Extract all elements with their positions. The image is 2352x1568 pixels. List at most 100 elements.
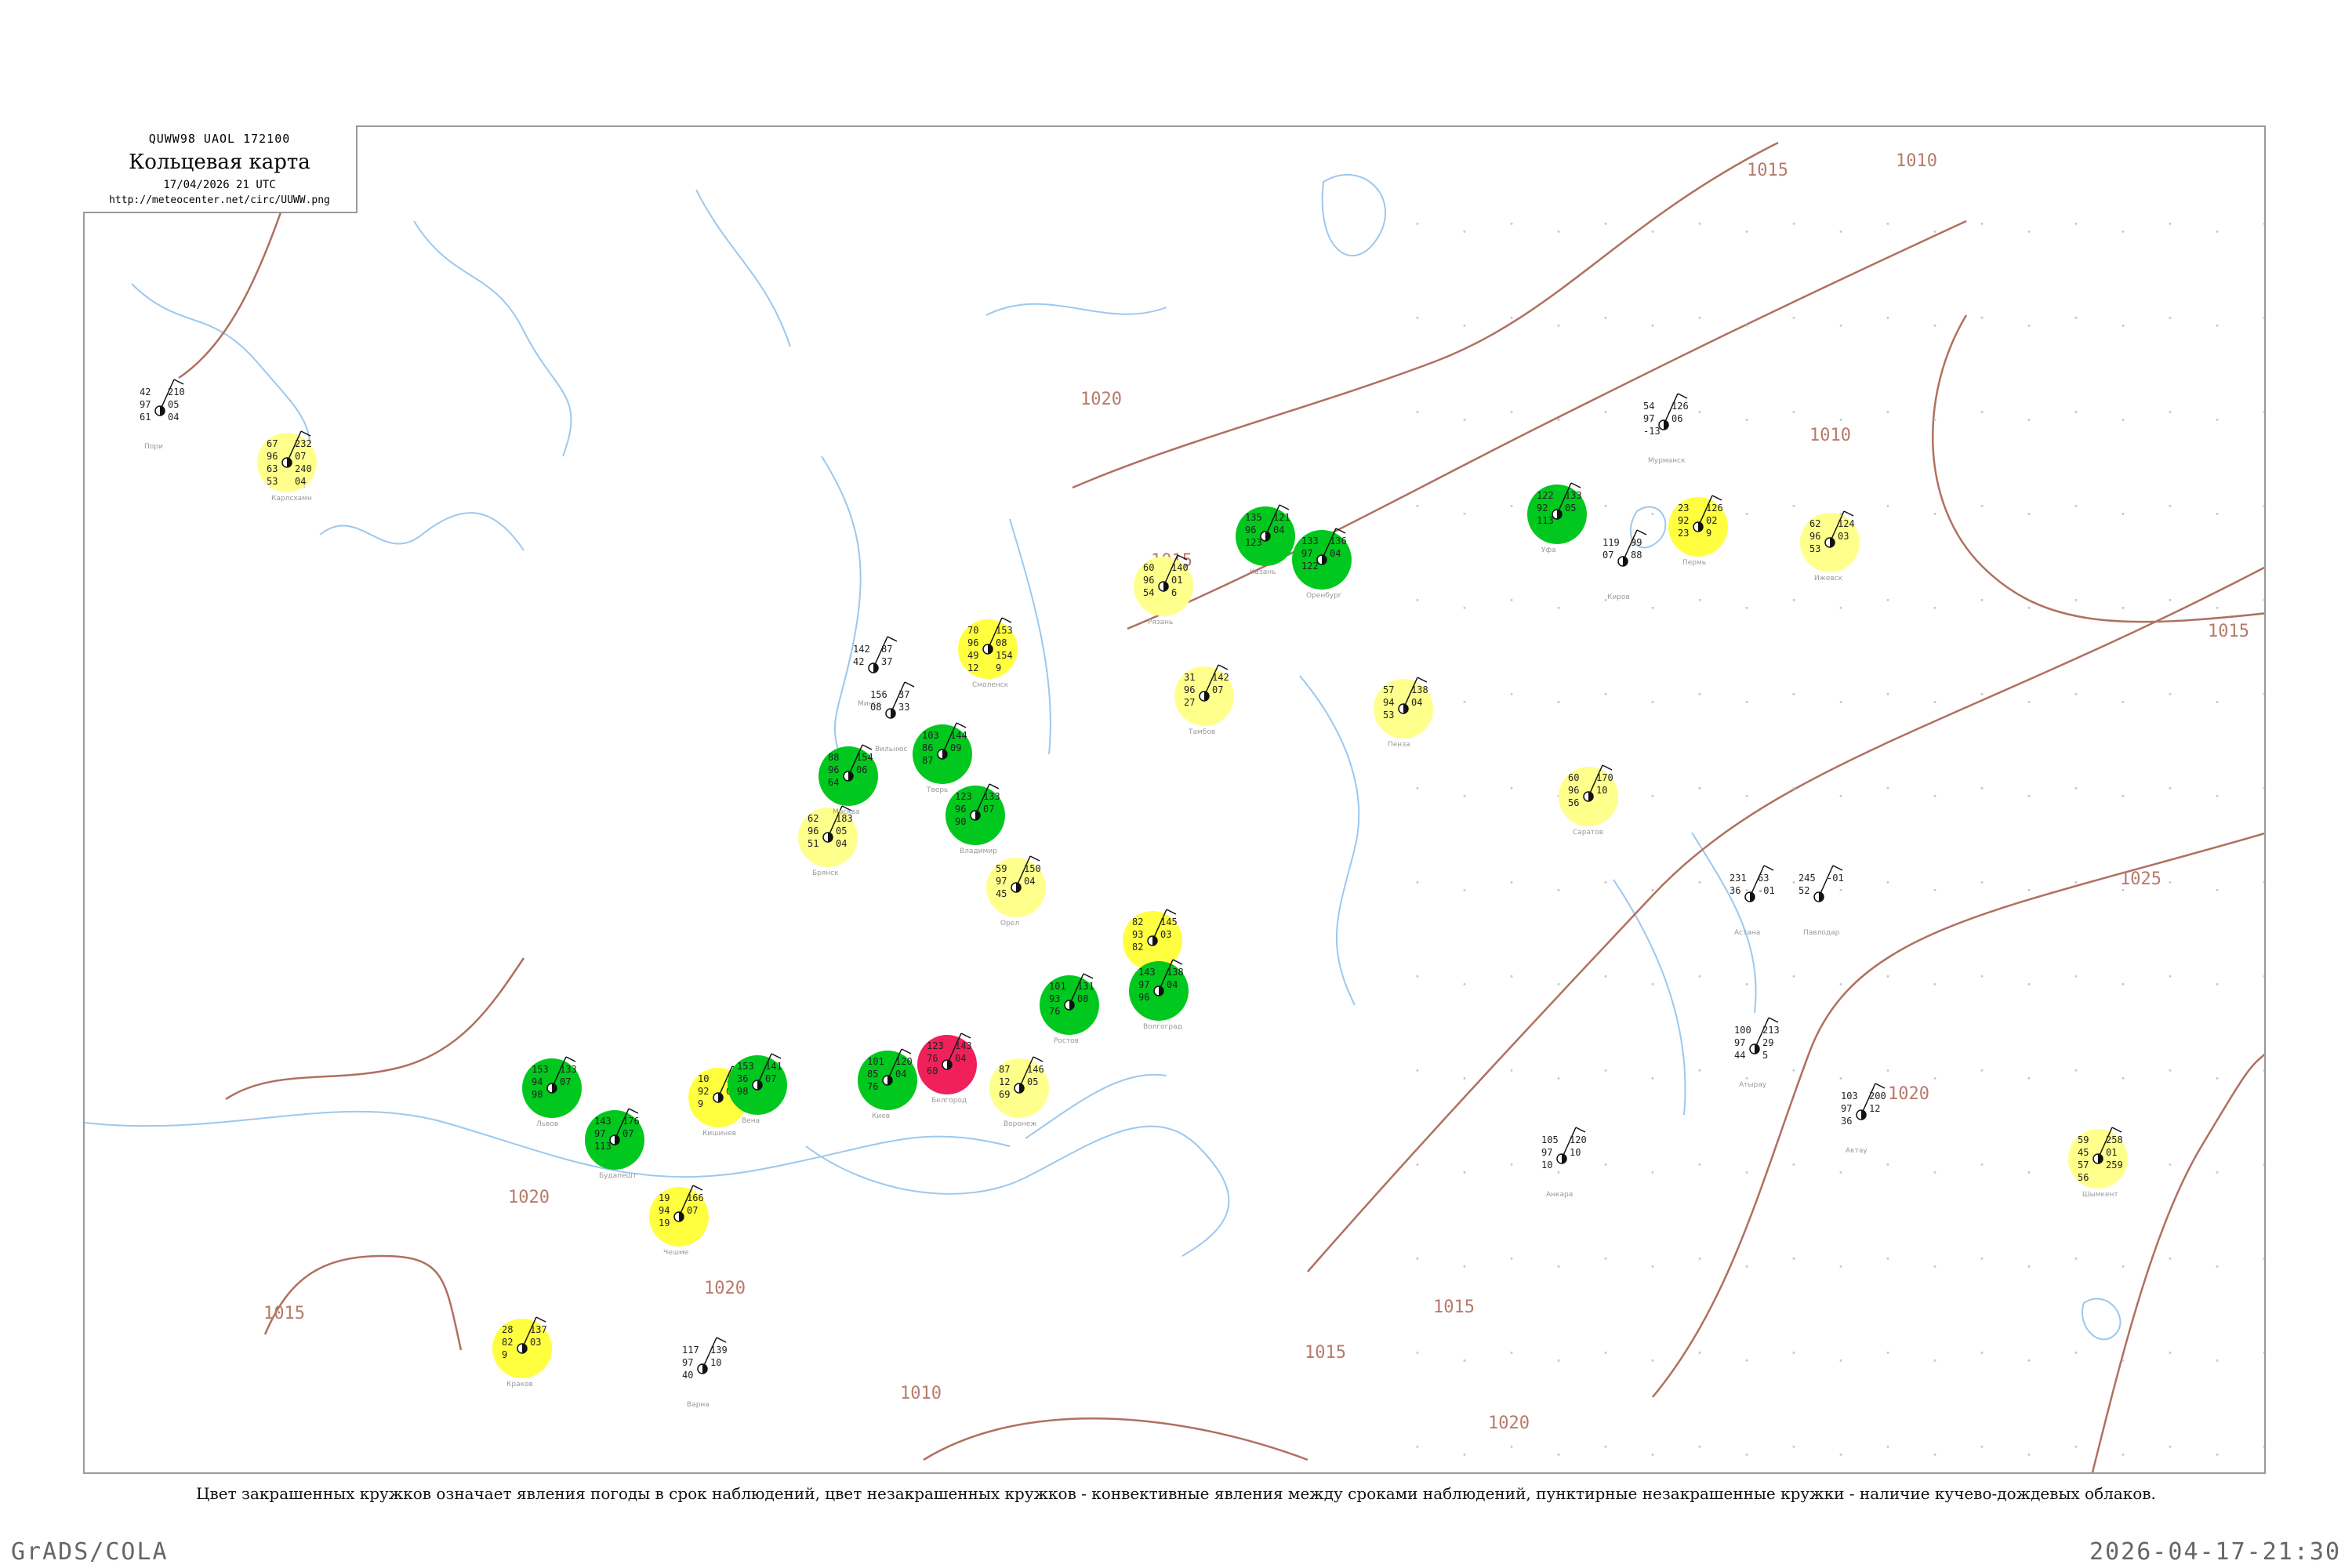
grid-dot <box>1886 598 1889 601</box>
station-value: 150 <box>1024 863 1041 874</box>
grid-dot <box>1698 880 1701 884</box>
station-plot: 123 143 76 04 60 Белгород <box>917 1033 977 1105</box>
grid-dot <box>2027 888 2031 891</box>
grid-dot <box>1792 410 1795 413</box>
isobar-label: 1015 <box>263 1304 305 1323</box>
grid-dot <box>2169 1445 2172 1448</box>
river-line <box>413 220 572 457</box>
station-value: 133 <box>560 1064 577 1075</box>
station-value: 120 <box>1570 1134 1587 1145</box>
wind-barb-feather <box>1636 529 1647 535</box>
grid-dot <box>2122 606 2125 609</box>
station-value: 19 <box>659 1192 670 1203</box>
station-plot: 87 146 12 05 69 Воронеж <box>989 1056 1049 1128</box>
grid-dot <box>2169 786 2172 789</box>
grid-dot <box>2216 418 2219 421</box>
station-name: Уфа <box>1541 546 1556 554</box>
grid-dot <box>2169 598 2172 601</box>
grid-dot <box>2027 1265 2031 1268</box>
grid-dot <box>2027 1171 2031 1174</box>
grid-dot <box>1698 410 1701 413</box>
grid-dot <box>1510 1163 1513 1166</box>
station-value: 05 <box>836 826 847 837</box>
grid-dot <box>1933 1265 1936 1268</box>
grid-dot <box>1980 598 1984 601</box>
grid-dot <box>1463 324 1466 327</box>
map-url[interactable]: http://meteocenter.net/circ/UUWW.png <box>83 194 356 206</box>
grid-dot <box>1416 1257 1419 1260</box>
grid-dot <box>1510 410 1513 413</box>
isobar-label: 1020 <box>508 1188 550 1207</box>
station-value: 126 <box>1706 503 1723 514</box>
station-value: 96 <box>1143 575 1154 586</box>
station-value: 133 <box>983 791 1000 802</box>
station-value: 76 <box>867 1081 878 1092</box>
grid-dot <box>1510 786 1513 789</box>
grid-dot <box>1745 888 1748 891</box>
station-plot: 60 170 96 10 56 Саратов <box>1559 764 1618 837</box>
station-value: 137 <box>530 1324 547 1335</box>
station-name: Вильнюс <box>875 746 908 753</box>
station-value: 62 <box>808 813 818 824</box>
station-value: 07 <box>983 804 994 815</box>
grid-dot <box>1463 1171 1466 1174</box>
grid-dot <box>1604 222 1607 225</box>
grid-dot <box>2074 786 2078 789</box>
grid-dot <box>1980 1069 1984 1072</box>
station-value: 03 <box>530 1337 541 1348</box>
station-value: 37 <box>898 689 909 700</box>
station-name: Львов <box>536 1120 558 1128</box>
grid-dot <box>2027 606 2031 609</box>
grid-dot <box>2263 1069 2264 1072</box>
station-value: 42 <box>140 387 151 397</box>
station-value: 145 <box>1160 916 1178 927</box>
station-value: 06 <box>1671 413 1682 424</box>
isobar-line <box>178 189 290 379</box>
grid-dot <box>1792 1069 1795 1072</box>
grid-dot <box>1416 1445 1419 1448</box>
station-value: 07 <box>295 451 306 462</box>
grid-dot <box>1510 1257 1513 1260</box>
station-value: 10 <box>710 1357 721 1368</box>
grid-dot <box>1557 1359 1560 1362</box>
station-name: Москва <box>833 808 859 816</box>
grid-dot <box>1839 324 1842 327</box>
synoptic-map[interactable]: 1015102010151010102010101015102510151010… <box>85 127 2266 1474</box>
grid-dot <box>1886 316 1889 319</box>
grid-dot <box>1510 1069 1513 1072</box>
station-value: 131 <box>1077 981 1094 992</box>
station-plot: 59 258 45 01 57 259 56 Шымкент <box>2068 1127 2128 1199</box>
station-value: 154 <box>856 752 873 763</box>
station-value: 121 <box>1273 512 1290 523</box>
station-value: -01 <box>1827 873 1844 884</box>
grid-dot <box>1839 1453 1842 1456</box>
station-value: 76 <box>1049 1006 1060 1017</box>
grid-dot <box>2027 324 2031 327</box>
wind-barb-feather <box>1575 1127 1586 1133</box>
grid-dot <box>2027 700 2031 703</box>
station-value: 97 <box>1643 413 1654 424</box>
grid-dot <box>2263 1351 2264 1354</box>
grid-dot <box>1651 1453 1654 1456</box>
station-name: Владимир <box>960 848 997 855</box>
station-name: Киев <box>872 1112 890 1120</box>
station-value: 10 <box>1596 785 1607 796</box>
grid-dot <box>2122 1265 2125 1268</box>
station-value: 97 <box>682 1357 693 1368</box>
station-value: 19 <box>659 1218 670 1229</box>
grid-dot <box>1933 794 1936 797</box>
station-value: 82 <box>1132 942 1143 953</box>
station-value: 97 <box>996 876 1007 887</box>
grid-dot <box>1604 504 1607 507</box>
station-value: 64 <box>828 777 839 788</box>
station-value: 122 <box>1301 561 1319 572</box>
grid-dot <box>1463 888 1466 891</box>
station-value: 113 <box>594 1141 612 1152</box>
station-value: 57 <box>2078 1160 2089 1171</box>
grid-dot <box>1839 418 1842 421</box>
station-value: 04 <box>295 476 306 487</box>
grid-dot <box>2169 222 2172 225</box>
station-value: 9 <box>698 1098 703 1109</box>
grid-dot <box>1698 975 1701 978</box>
grid-dot <box>1510 222 1513 225</box>
